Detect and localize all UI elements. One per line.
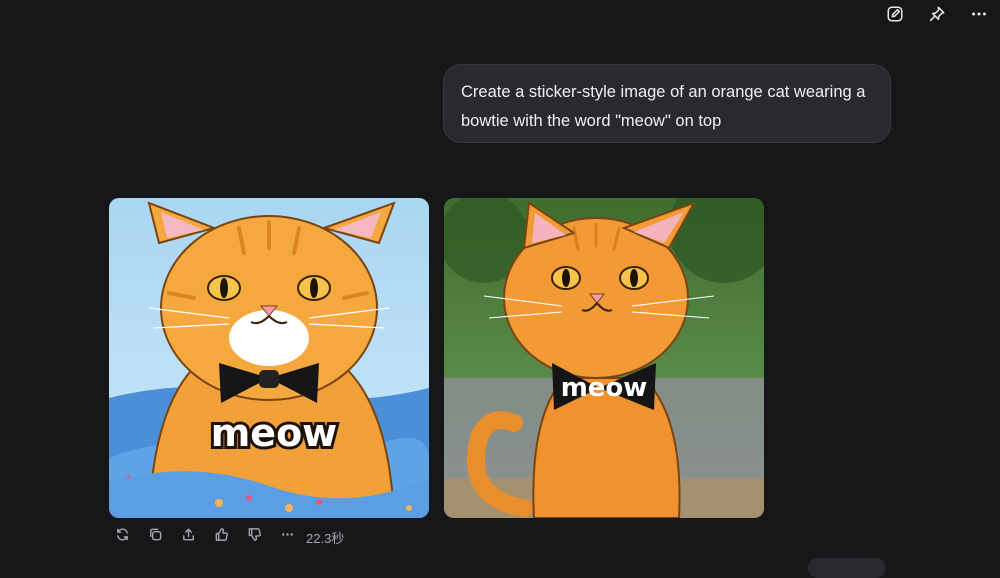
edit-icon xyxy=(886,5,904,28)
pin-icon xyxy=(928,5,946,28)
response-more-button[interactable] xyxy=(271,526,304,548)
generated-image-2[interactable]: meow xyxy=(444,198,764,518)
thumbs-down-icon xyxy=(247,527,262,547)
meow-text-1: meow xyxy=(211,411,338,455)
regenerate-button[interactable] xyxy=(106,526,139,548)
response-actions: 22.3秒 xyxy=(106,526,344,548)
more-icon xyxy=(970,5,988,28)
thumbs-down-button[interactable] xyxy=(238,526,271,548)
pin-button[interactable] xyxy=(916,0,958,32)
copy-icon xyxy=(148,527,163,547)
thumbs-up-icon xyxy=(214,527,229,547)
regenerate-icon xyxy=(115,527,130,547)
edit-button[interactable] xyxy=(874,0,916,32)
share-button[interactable] xyxy=(172,526,205,548)
more-icon xyxy=(280,527,295,547)
meow-text-2: meow xyxy=(561,373,648,403)
partial-chip xyxy=(808,558,886,578)
thumbs-up-button[interactable] xyxy=(205,526,238,548)
user-message-bubble: Create a sticker-style image of an orang… xyxy=(443,64,891,143)
more-options-button[interactable] xyxy=(958,0,1000,32)
elapsed-time: 22.3秒 xyxy=(306,530,345,546)
generated-image-1[interactable]: meow xyxy=(109,198,429,518)
top-toolbar xyxy=(874,0,1000,32)
cat-sticker-image-blue: meow xyxy=(109,198,429,518)
cat-sticker-image-green: meow xyxy=(444,198,764,518)
share-icon xyxy=(181,527,196,547)
copy-button[interactable] xyxy=(139,526,172,548)
